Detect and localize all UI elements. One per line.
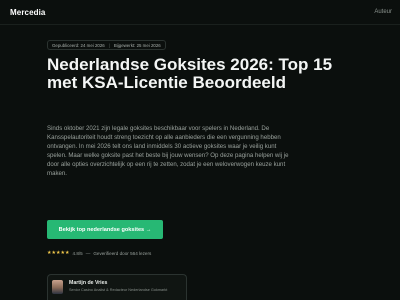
rating-separator: — [85, 251, 91, 256]
page-title: Nederlandse Goksites 2026: Top 15 met KS… [47, 55, 333, 92]
author-role: Senior Casino Analist & Redacteur Nederl… [69, 288, 168, 292]
intro-paragraph: Sinds oktober 2021 zijn legale goksites … [47, 125, 289, 178]
site-logo[interactable]: Mercedia [10, 8, 45, 17]
rating-summary: ★★★★★ 4.8/5 — Geverifieerd door 564 leze… [47, 251, 151, 256]
rating-reviewed-by: Geverifieerd door 564 lezers [93, 251, 152, 256]
rating-score: 4.8/5 [72, 251, 83, 256]
author-name[interactable]: Martijn de Vries [69, 280, 167, 286]
header-divider [0, 24, 400, 25]
view-top-goksites-button[interactable]: Bekijk top nederlandse goksites → [47, 220, 163, 239]
published-date: Gepubliceerd: 24 mei 2026 [52, 42, 105, 48]
updated-date: Bijgewerkt: 25 mei 2026 [113, 42, 161, 48]
author-avatar [52, 280, 63, 294]
meta-separator: | [108, 42, 110, 48]
author-info: Martijn de Vries Senior Casino Analist &… [69, 279, 167, 292]
publish-meta: Gepubliceerd: 24 mei 2026 | Bijgewerkt: … [47, 40, 166, 50]
site-header: Mercedia Auteur [0, 0, 400, 24]
author-card: Martijn de Vries Senior Casino Analist &… [47, 274, 187, 300]
star-rating-icon: ★★★★★ [47, 251, 70, 256]
nav-link-author[interactable]: Auteur [374, 9, 392, 15]
